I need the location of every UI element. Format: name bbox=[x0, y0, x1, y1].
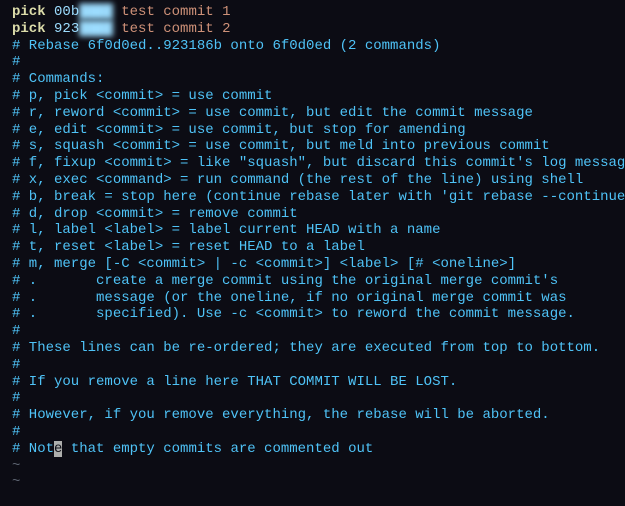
comment-line: # bbox=[12, 424, 613, 441]
comment-line: # Commands: bbox=[12, 71, 613, 88]
commit-hash: 00b████ bbox=[54, 4, 113, 20]
comment-line: # d, drop <commit> = remove commit bbox=[12, 206, 613, 223]
comment-line: # e, edit <commit> = use commit, but sto… bbox=[12, 122, 613, 139]
comment-line: # f, fixup <commit> = like "squash", but… bbox=[12, 155, 613, 172]
comment-line: # Rebase 6f0d0ed..923186b onto 6f0d0ed (… bbox=[12, 38, 613, 55]
comment-line: # . create a merge commit using the orig… bbox=[12, 273, 613, 290]
commit-msg: test commit 1 bbox=[121, 4, 230, 20]
comment-line: # . message (or the oneline, if no origi… bbox=[12, 290, 613, 307]
pick-keyword: pick bbox=[12, 21, 46, 37]
commit-msg: test commit 2 bbox=[121, 21, 230, 37]
comment-line: # r, reword <commit> = use commit, but e… bbox=[12, 105, 613, 122]
comment-line: # If you remove a line here THAT COMMIT … bbox=[12, 374, 613, 391]
comment-line: # . specified). Use -c <commit> to rewor… bbox=[12, 306, 613, 323]
comment-line: # bbox=[12, 54, 613, 71]
pick-line: pick 923████ test commit 2 bbox=[12, 21, 613, 38]
commit-hash: 923████ bbox=[54, 21, 113, 37]
editor-content[interactable]: pick 00b████ test commit 1 pick 923████ … bbox=[12, 4, 613, 491]
tilde-line: ~ bbox=[12, 458, 613, 475]
comment-line: # t, reset <label> = reset HEAD to a lab… bbox=[12, 239, 613, 256]
pick-line: pick 00b████ test commit 1 bbox=[12, 4, 613, 21]
comment-line: # bbox=[12, 357, 613, 374]
comment-line: # p, pick <commit> = use commit bbox=[12, 88, 613, 105]
pick-keyword: pick bbox=[12, 4, 46, 20]
cursor-line: # Note that empty commits are commented … bbox=[12, 441, 613, 458]
comment-line: # x, exec <command> = run command (the r… bbox=[12, 172, 613, 189]
comment-line: # These lines can be re-ordered; they ar… bbox=[12, 340, 613, 357]
comment-line: # bbox=[12, 390, 613, 407]
comment-line: # bbox=[12, 323, 613, 340]
comment-line: # s, squash <commit> = use commit, but m… bbox=[12, 138, 613, 155]
comment-line: # l, label <label> = label current HEAD … bbox=[12, 222, 613, 239]
tilde-line: ~ bbox=[12, 474, 613, 491]
comment-line: # b, break = stop here (continue rebase … bbox=[12, 189, 613, 206]
comment-line: # However, if you remove everything, the… bbox=[12, 407, 613, 424]
comment-line: # m, merge [-C <commit> | -c <commit>] <… bbox=[12, 256, 613, 273]
